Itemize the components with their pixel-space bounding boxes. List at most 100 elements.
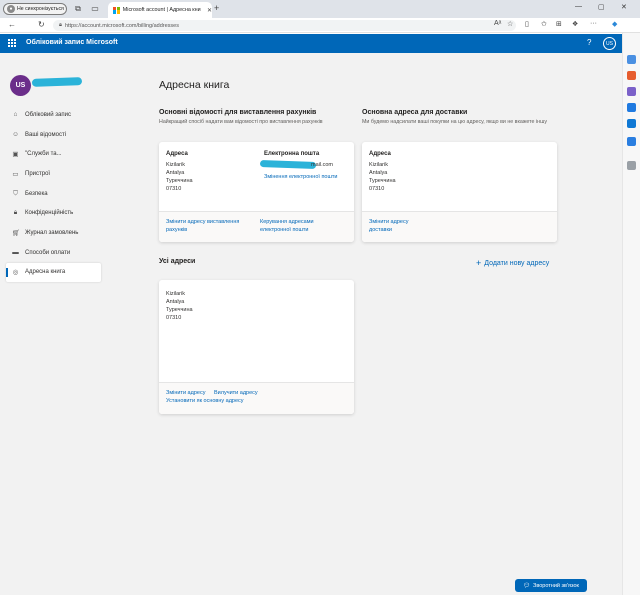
email-suffix: mail.com bbox=[311, 162, 334, 168]
profile-button[interactable]: ● Не синхронізується bbox=[3, 3, 67, 15]
email-redaction bbox=[259, 160, 317, 169]
sidebar-item-label: Безпека bbox=[25, 190, 48, 197]
address-text: Kizilarik Antalya Туреччина 07310 bbox=[166, 290, 193, 322]
microsoft-logo-icon bbox=[113, 6, 120, 14]
add-new-address-label: Додати нову адресу bbox=[484, 259, 550, 267]
set-primary-address-link[interactable]: Установити як основну адресу bbox=[166, 397, 244, 405]
address-line: Туреччина bbox=[166, 178, 193, 184]
header-avatar[interactable]: US bbox=[603, 37, 616, 50]
search-icon[interactable] bbox=[627, 55, 636, 64]
shipping-address-label: Адреса bbox=[369, 151, 391, 157]
lock-icon: 🔒︎ bbox=[59, 22, 62, 28]
person-icon: ☺ bbox=[12, 131, 19, 139]
address-card-footer: Змінити адресу Вилучити адресу Установит… bbox=[159, 383, 354, 414]
split-screen-icon[interactable]: ▯ bbox=[525, 20, 529, 28]
menu-icon[interactable]: ··· bbox=[590, 20, 597, 27]
avatar[interactable]: US bbox=[10, 75, 31, 96]
tab-title: Microsoft account | Адресна кни bbox=[122, 7, 201, 13]
shield-icon: ⛉ bbox=[13, 189, 18, 197]
close-window-icon[interactable]: ✕ bbox=[621, 3, 627, 11]
address-line: 07310 bbox=[166, 315, 182, 321]
add-icon[interactable] bbox=[627, 161, 636, 170]
office-icon[interactable] bbox=[627, 103, 636, 112]
billing-address-text: Kizilarik Antalya Туреччина 07310 bbox=[166, 161, 193, 193]
send-icon[interactable] bbox=[627, 137, 636, 146]
shipping-section-title: Основна адреса для доставки bbox=[362, 109, 468, 116]
sidebar-item[interactable]: ⌂ Обліковий запис bbox=[6, 105, 101, 125]
url-text: https://account.microsoft.com/billing/ad… bbox=[64, 22, 179, 29]
sidebar-item[interactable]: ⛉ Безпека bbox=[6, 184, 101, 204]
minimize-icon[interactable]: — bbox=[575, 3, 582, 10]
address-line: Antalya bbox=[166, 299, 185, 305]
tools-icon[interactable] bbox=[627, 71, 636, 80]
address-bar[interactable]: 🔒︎ https://account.microsoft.com/billing… bbox=[53, 20, 516, 31]
read-aloud-icon[interactable]: Aᵃ bbox=[494, 20, 501, 27]
refresh-icon[interactable]: ↻ bbox=[38, 20, 45, 29]
address-line: 07310 bbox=[166, 186, 182, 192]
billing-card: Адреса Kizilarik Antalya Туреччина 07310… bbox=[159, 142, 354, 242]
sidebar-item[interactable]: ▬ Способи оплати bbox=[6, 243, 101, 263]
sidebar-item[interactable]: ☺ Ваші відомості bbox=[6, 125, 101, 145]
sidebar-item[interactable]: ▣ "Служби та... bbox=[6, 144, 101, 164]
feedback-label: Зворотний зв'язок bbox=[533, 582, 579, 589]
card-divider bbox=[159, 382, 354, 383]
close-tab-icon[interactable]: ✕ bbox=[207, 7, 212, 14]
collections-icon[interactable]: ⊞ bbox=[556, 20, 562, 28]
edge-sidebar bbox=[622, 33, 640, 595]
change-shipping-address-link[interactable]: Змінити адресу доставки bbox=[369, 218, 419, 234]
tab-actions-icon[interactable]: ▭ bbox=[90, 4, 100, 14]
sidebar-item[interactable]: 🔒︎ Конфіденційність bbox=[6, 203, 101, 223]
sidebar-item-label: Пристрої bbox=[25, 170, 51, 177]
outlook-icon[interactable] bbox=[627, 119, 636, 128]
browser-tab[interactable]: Microsoft account | Адресна кни ✕ bbox=[108, 2, 212, 18]
sidebar-item-label: Адресна книга bbox=[25, 269, 66, 276]
sidebar-item-label: Ваші відомості bbox=[25, 131, 67, 138]
profile-icon: ● bbox=[7, 5, 15, 13]
address-line: 07310 bbox=[369, 186, 385, 192]
cart-icon: 🛒︎ bbox=[12, 229, 21, 237]
address-card: Kizilarik Antalya Туреччина 07310 Змінит… bbox=[159, 280, 354, 414]
sidebar-item-label: Способи оплати bbox=[25, 249, 71, 256]
sidebar-nav: ⌂ Обліковий запис ☺ Ваші відомості ▣ "Служби … bbox=[6, 105, 101, 283]
card-icon: ▬ bbox=[12, 249, 19, 257]
address-line: Туреччина bbox=[166, 307, 193, 313]
sidebar-item[interactable]: ◎ Адресна книга bbox=[6, 262, 101, 283]
maximize-icon[interactable]: ▢ bbox=[598, 3, 605, 11]
back-icon[interactable]: ← bbox=[8, 20, 16, 29]
profile-label: Не синхронізується bbox=[17, 6, 64, 12]
change-email-link[interactable]: Змінення електронної пошти bbox=[264, 173, 337, 181]
location-icon: ◎ bbox=[12, 269, 19, 277]
edit-address-link[interactable]: Змінити адресу bbox=[166, 389, 205, 397]
sidebar-item[interactable]: 🛒︎ Журнал замовлень bbox=[6, 223, 101, 243]
sidebar-item-label: Конфіденційність bbox=[25, 210, 74, 217]
address-line: Kizilarik bbox=[166, 291, 185, 297]
favorites-icon[interactable]: ✩ bbox=[541, 20, 547, 28]
extensions-icon[interactable]: ❖ bbox=[572, 20, 578, 28]
help-icon[interactable]: ? bbox=[587, 38, 591, 47]
workspaces-icon[interactable]: ⧉ bbox=[73, 4, 83, 14]
shipping-card-footer: Змінити адресу доставки bbox=[362, 212, 557, 242]
header-title[interactable]: Обліковий запис Microsoft bbox=[26, 39, 118, 46]
favorite-star-icon[interactable]: ☆ bbox=[507, 20, 513, 28]
billing-card-footer: Змінити адресу виставлення рахунків Керу… bbox=[159, 212, 354, 242]
sidebar-item-label: Обліковий запис bbox=[25, 111, 71, 118]
change-billing-address-link[interactable]: Змінити адресу виставлення рахунків bbox=[166, 218, 251, 234]
billing-section-subtitle: Найкращий спосіб надати вам відомості пр… bbox=[159, 119, 323, 125]
new-tab-icon[interactable]: + bbox=[214, 3, 219, 13]
games-icon[interactable] bbox=[627, 87, 636, 96]
sidebar-item[interactable]: ▭ Пристрої bbox=[6, 164, 101, 184]
plus-icon: + bbox=[476, 258, 482, 268]
feedback-button[interactable]: 💬︎ Зворотний зв'язок bbox=[515, 579, 587, 592]
add-new-address-button[interactable]: + Додати нову адресу bbox=[476, 258, 549, 268]
email-label: Електронна пошта bbox=[264, 151, 320, 157]
app-launcher-icon[interactable] bbox=[8, 39, 16, 47]
chat-icon: 💬︎ bbox=[523, 582, 531, 589]
shipping-address-text: Kizilarik Antalya Туреччина 07310 bbox=[369, 161, 396, 193]
browser-tabbar: ● Не синхронізується ⧉ ▭ Microsoft accou… bbox=[0, 0, 640, 18]
address-line: Kizilarik bbox=[369, 162, 388, 168]
all-addresses-title: Усі адреси bbox=[159, 258, 196, 265]
copilot-icon[interactable]: ◆ bbox=[612, 20, 617, 28]
manage-email-addresses-link[interactable]: Керування адресами електронної пошти bbox=[260, 218, 325, 234]
delete-address-link[interactable]: Вилучити адресу bbox=[214, 389, 258, 397]
home-icon: ⌂ bbox=[13, 111, 18, 119]
